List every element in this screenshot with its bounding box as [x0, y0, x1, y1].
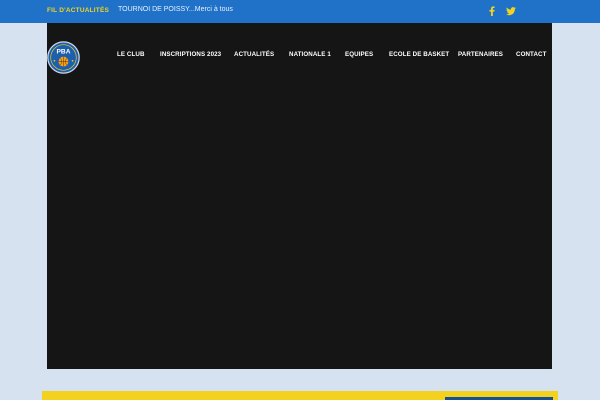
- nav-item-ecole-de-basket[interactable]: ECOLE DE BASKET: [389, 51, 449, 58]
- nav-item-equipes[interactable]: EQUIPES: [345, 51, 373, 58]
- nav-item-inscriptions[interactable]: INSCRIPTIONS 2023: [160, 51, 221, 58]
- nav-item-nationale-1[interactable]: NATIONALE 1: [289, 51, 331, 58]
- nav-item-partenaires[interactable]: PARTENAIRES: [458, 51, 503, 58]
- ticker-label: FIL D'ACTUALITÉS: [47, 7, 110, 14]
- facebook-icon[interactable]: [486, 5, 498, 17]
- nav-item-actualites[interactable]: ACTUALITÉS: [234, 51, 274, 58]
- twitter-icon[interactable]: [505, 5, 517, 17]
- nav-item-contact[interactable]: CONTACT: [516, 51, 547, 58]
- top-bar: FIL D'ACTUALITÉS TOURNOI DE POISSY...Mer…: [0, 0, 600, 23]
- main-navigation: LE CLUB INSCRIPTIONS 2023 ACTUALITÉS NAT…: [0, 51, 600, 61]
- nav-item-le-club[interactable]: LE CLUB: [117, 51, 145, 58]
- ticker-headline-link[interactable]: TOURNOI DE POISSY...Merci à tous: [118, 6, 233, 13]
- hero-video-area[interactable]: [47, 23, 552, 369]
